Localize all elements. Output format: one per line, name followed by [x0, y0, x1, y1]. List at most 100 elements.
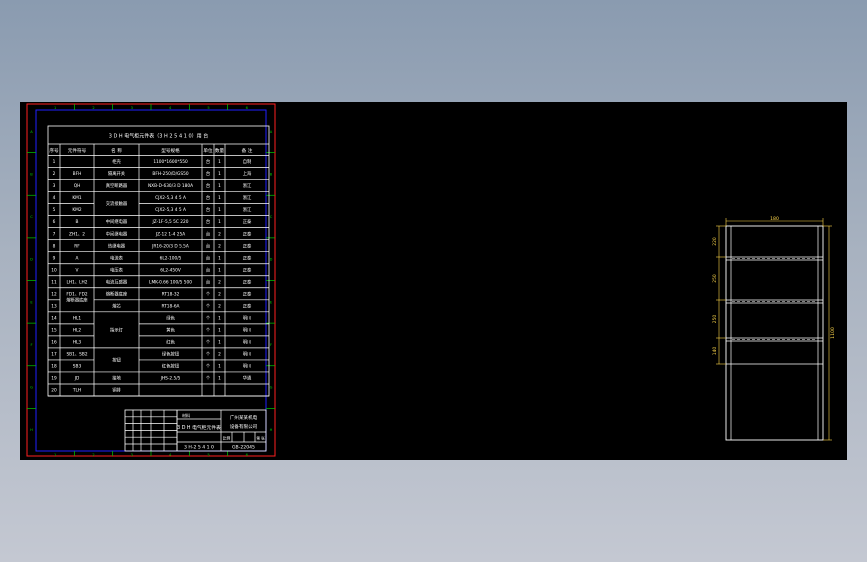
table-cell-spec: RT18-32 — [162, 291, 180, 297]
table-cell-no: 8 — [53, 243, 56, 249]
table-cell-note: 正泰 — [243, 290, 252, 297]
table-cell-sym: FD1、FD2 — [66, 291, 88, 297]
table-cell-sym: KM2 — [72, 207, 82, 213]
table-cell-no: 14 — [51, 315, 57, 321]
tick-label-left: F — [30, 343, 32, 347]
table-cell-no: 4 — [53, 195, 56, 201]
title-block-sheet-label: 第 张 — [256, 436, 265, 441]
title-block-company-2: 设备有限公司 — [230, 423, 258, 430]
tick-label-top: 1 — [54, 106, 56, 110]
table-cell-unit: 个 — [206, 352, 211, 358]
table-cell-note: 明川 — [243, 327, 252, 333]
table-cell-spec: 红色按钮 — [162, 363, 180, 370]
table-cell-no: 6 — [53, 219, 56, 225]
table-merged-cell: 按钮 — [112, 357, 121, 364]
cad-model-space[interactable]: 112233445566AABBCCDDEEFFGGHH 3 D H 电气柜元件… — [20, 102, 847, 460]
table-cell-sym: HL2 — [73, 327, 82, 333]
table-cell-unit: 台 — [206, 194, 210, 201]
table-cell-no: 5 — [53, 207, 56, 213]
tick-label-left: B — [30, 172, 33, 176]
table-cell-spec: 绿色 — [166, 314, 175, 321]
table-cell-note: 明川 — [243, 315, 252, 321]
table-cell-unit: 台 — [206, 254, 210, 261]
dim-text-left: 250 — [712, 274, 718, 283]
table-cell-unit: 个 — [206, 364, 211, 370]
table-cell-sym: KM1 — [72, 195, 82, 201]
cad-drawing: 112233445566A AB BC CD DE EF FG GH H 3 D H 电气柜元件… — [26, 103, 836, 457]
tick-label-bottom: 5 — [207, 453, 209, 457]
title-block-drawing-no: GB-22045 — [232, 445, 255, 451]
table-cell-sym: ZH1、2 — [69, 231, 85, 237]
tick-label-bottom: 2 — [92, 453, 94, 457]
table-cell-note: 正泰 — [243, 302, 252, 309]
table-cell-name: 热继电器 — [108, 242, 126, 249]
tick-label-bottom: 1 — [54, 453, 56, 457]
table-cell-no: 20 — [51, 388, 57, 394]
table-merged-cell: 指示灯 — [110, 326, 124, 333]
table-header-cell: 型号规格 — [161, 147, 180, 154]
table-cell-qty: 2 — [218, 303, 221, 309]
table-cell-spec: JZ-12 1-4 25A — [155, 231, 185, 237]
table-cell-qty: 1 — [218, 327, 221, 333]
title-block-scale-label: 比例 — [223, 436, 231, 441]
table-cell-unit: 个 — [206, 339, 211, 345]
table-cell-no: 19 — [51, 376, 57, 382]
table-cell-spec: CJX2-5,3 4 5 A — [155, 195, 186, 201]
table-cell-name: 隔离开关 — [108, 170, 126, 177]
cabinet-outline — [725, 225, 824, 441]
table-cell-note: 华通 — [243, 375, 252, 382]
dim-text-left: 140 — [712, 347, 718, 356]
table-cell-unit: 台 — [206, 206, 210, 213]
tick-label-top: 2 — [92, 106, 94, 110]
title-block-material: 材料 — [182, 412, 190, 418]
table-cell-note: 正泰 — [243, 230, 252, 237]
table-cell-no: 17 — [51, 352, 57, 358]
title-block-company-1: 广州某某机电 — [230, 414, 258, 421]
table-cell-no: 9 — [53, 255, 56, 261]
table-cell-unit: 台 — [206, 242, 210, 249]
table-cell-qty: 2 — [218, 243, 221, 249]
table-cell-note: 上海 — [243, 170, 252, 177]
table-cell-spec: BFH-250/D/GS50 — [152, 171, 188, 177]
table-cell-no: 1 — [53, 159, 56, 165]
table-cell-unit: 台 — [206, 230, 210, 237]
tick-label-left: E — [30, 300, 33, 304]
table-cell-no: 16 — [51, 339, 57, 345]
table-cell-note: 浙江 — [243, 206, 252, 213]
table-cell-name: 真空断路器 — [106, 182, 128, 189]
table-cell-spec: 红色 — [166, 338, 175, 345]
table-cell-name: 电压表 — [110, 266, 124, 273]
table-merged-cell: 交流接触器 — [106, 200, 128, 207]
table-cell-qty: 2 — [218, 352, 221, 358]
table-cell-note: 浙江 — [243, 182, 252, 189]
table-cell-qty: 1 — [218, 315, 221, 321]
table-cell-unit: 台 — [206, 170, 210, 177]
table-header-cell: 数量 — [215, 147, 225, 154]
table-cell-name: 接地 — [112, 375, 121, 382]
tick-label-right: E — [270, 300, 273, 304]
table-cell-sym: HL1 — [73, 315, 82, 321]
table-cell-note: 明川 — [243, 364, 252, 370]
table-title: 3 D H 电气柜元件表（3 H 2 5 4 1 0）用 台 — [109, 133, 209, 140]
tick-label-bottom: 3 — [131, 453, 133, 457]
table-cell-unit: 个 — [206, 327, 211, 333]
table-cell-note: 正泰 — [243, 242, 252, 249]
tick-label-left: D — [30, 258, 33, 262]
table-cell-name: 熔芯 — [112, 302, 121, 309]
table-cell-no: 10 — [51, 267, 57, 273]
table-cell-sym: BFH — [73, 171, 82, 177]
table-merged-cell: 熔断器底座 — [66, 296, 88, 303]
table-cell-unit: 个 — [206, 376, 211, 382]
table-cell-sym: SB3 — [73, 364, 82, 370]
table-cell-name: 柜壳 — [112, 158, 121, 165]
table-cell-no: 15 — [51, 327, 57, 333]
table-cell-spec: JZ-1F-5,5 5C 220 — [152, 219, 189, 225]
table-cell-name: 中间继电器 — [106, 218, 128, 225]
table-cell-name: 铜排 — [112, 387, 121, 394]
table-cell-sym: LH1、LH2 — [66, 279, 87, 285]
table-cell-qty: 1 — [218, 255, 221, 261]
table-header-cell: 元件符号 — [68, 147, 87, 154]
tick-label-right: B — [270, 172, 273, 176]
table-cell-no: 3 — [53, 183, 56, 189]
table-cell-sym: HL3 — [73, 339, 82, 345]
